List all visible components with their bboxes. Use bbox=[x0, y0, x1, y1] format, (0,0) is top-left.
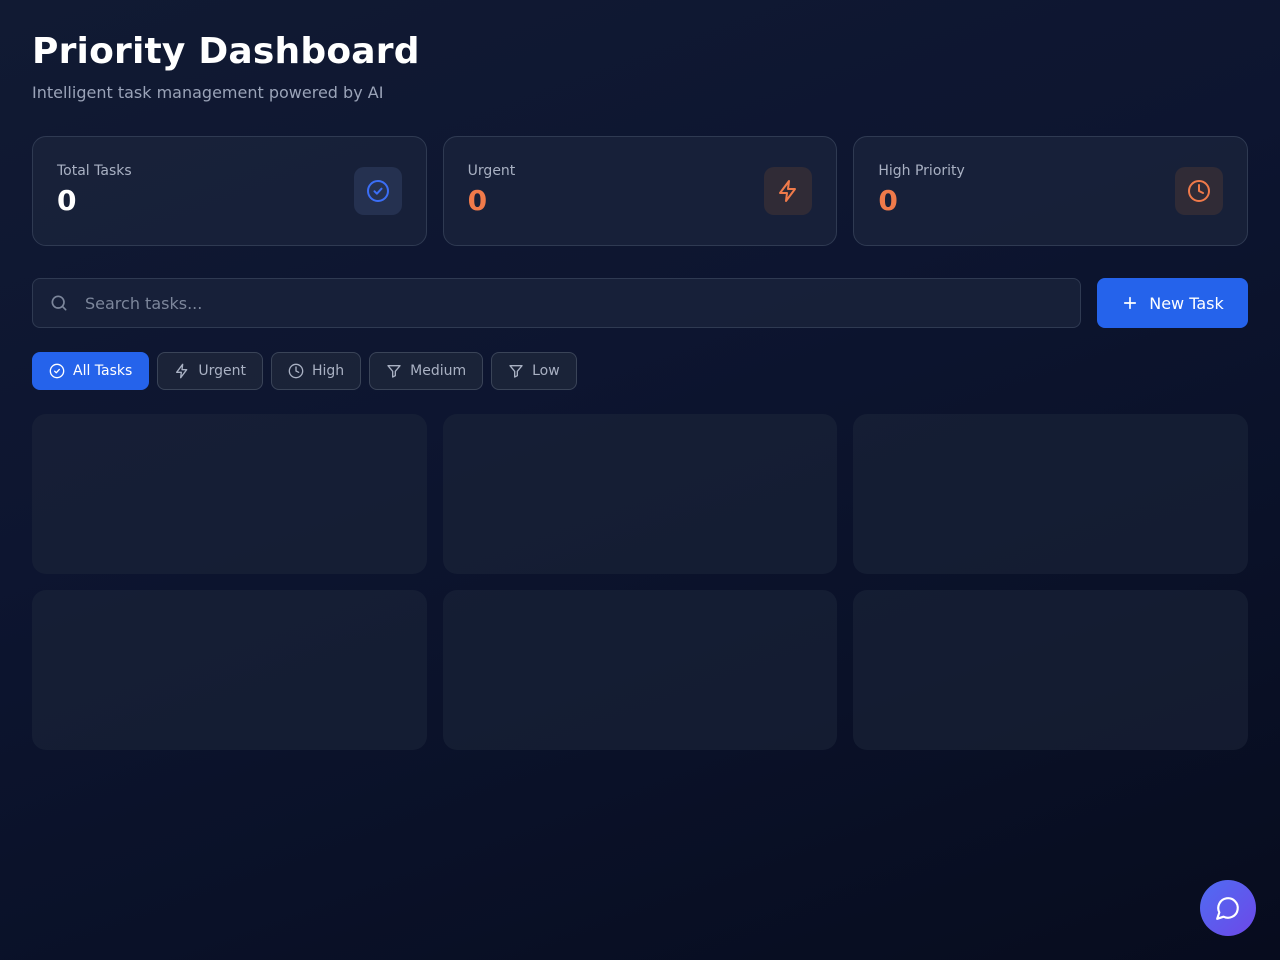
filter-label: Medium bbox=[410, 363, 467, 379]
stat-value: 0 bbox=[57, 184, 77, 217]
lightning-icon bbox=[174, 363, 190, 379]
search-box[interactable] bbox=[32, 278, 1081, 328]
filter-icon bbox=[386, 363, 402, 379]
task-card-placeholder bbox=[442, 414, 838, 574]
stat-label: Total Tasks bbox=[57, 163, 132, 179]
stat-value: 0 bbox=[878, 184, 898, 217]
stat-card-urgent: Urgent 0 bbox=[442, 136, 838, 246]
task-card-placeholder bbox=[853, 414, 1248, 574]
stat-label: High Priority bbox=[878, 163, 965, 179]
filter-icon bbox=[508, 363, 524, 379]
new-task-button[interactable]: New Task bbox=[1097, 278, 1248, 328]
dashboard-page: Priority Dashboard Intelligent task mana… bbox=[32, 30, 1249, 750]
filter-label: All Tasks bbox=[73, 363, 133, 379]
filter-low[interactable]: Low bbox=[491, 352, 577, 390]
new-task-label: New Task bbox=[1149, 293, 1224, 313]
clock-icon bbox=[288, 363, 304, 379]
filter-urgent[interactable]: Urgent bbox=[157, 352, 263, 390]
search-icon bbox=[49, 293, 69, 313]
task-card-placeholder bbox=[442, 590, 838, 750]
task-card-placeholder bbox=[853, 590, 1248, 750]
lightning-icon bbox=[764, 167, 813, 215]
stat-card-total-tasks: Total Tasks 0 bbox=[32, 136, 427, 246]
chat-bubble-icon bbox=[1215, 895, 1241, 921]
clock-icon bbox=[1175, 167, 1224, 215]
stat-card-high-priority: High Priority 0 bbox=[853, 136, 1249, 246]
filter-all-tasks[interactable]: All Tasks bbox=[32, 352, 150, 390]
task-grid bbox=[32, 414, 1248, 750]
plus-icon bbox=[1121, 294, 1139, 312]
check-circle-icon bbox=[49, 363, 65, 379]
filter-high[interactable]: High bbox=[270, 352, 362, 390]
search-input[interactable] bbox=[83, 292, 987, 314]
check-circle-icon bbox=[353, 167, 402, 215]
stat-label: Urgent bbox=[467, 163, 516, 179]
stat-value: 0 bbox=[467, 184, 488, 217]
page-subtitle: Intelligent task management powered by A… bbox=[32, 83, 384, 102]
chat-button[interactable] bbox=[1200, 880, 1256, 936]
filter-medium[interactable]: Medium bbox=[369, 352, 484, 390]
filter-label: Low bbox=[532, 363, 560, 379]
stats-row: Total Tasks 0 Urgent 0 High Priority 0 bbox=[32, 136, 1249, 246]
task-card-placeholder bbox=[32, 414, 427, 574]
toolbar: New Task bbox=[32, 278, 1248, 328]
task-card-placeholder bbox=[32, 590, 427, 750]
filter-label: Urgent bbox=[198, 363, 246, 379]
filter-bar: All Tasks Urgent High Medium Low bbox=[32, 352, 577, 390]
page-title: Priority Dashboard bbox=[32, 31, 420, 72]
filter-label: High bbox=[311, 363, 345, 379]
